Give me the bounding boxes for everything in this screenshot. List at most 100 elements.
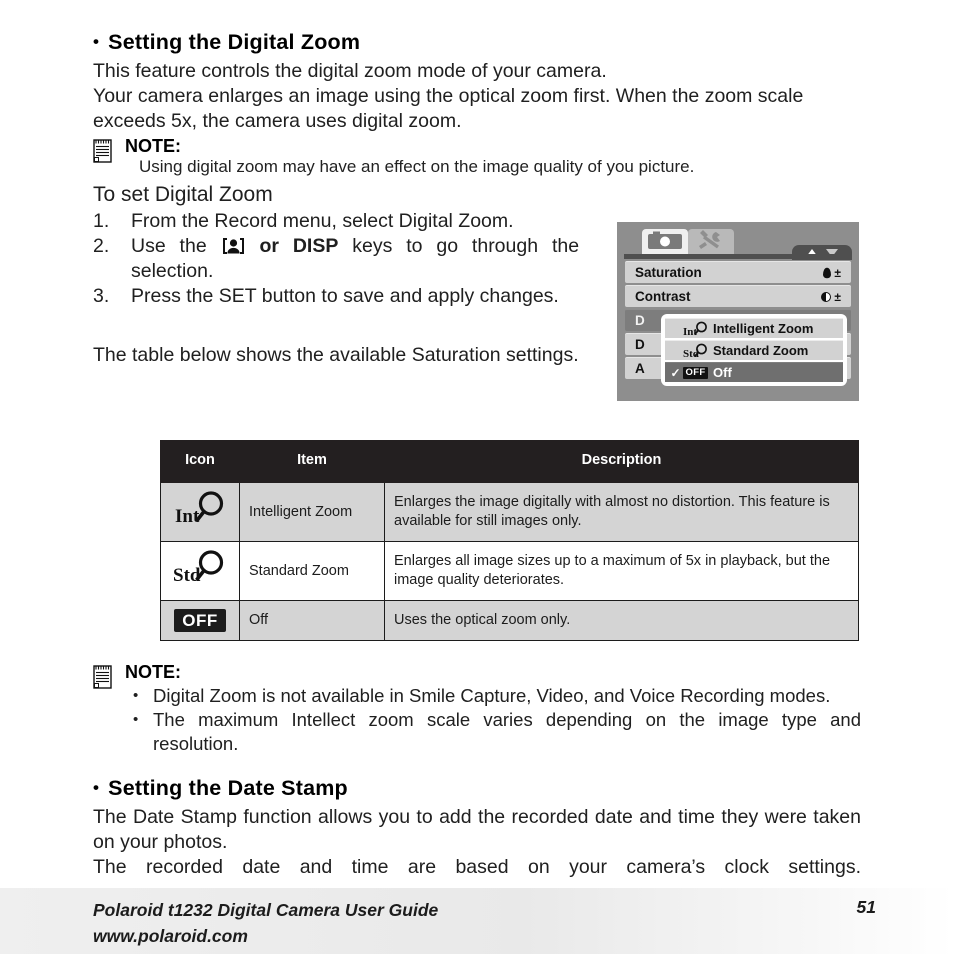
intelligent-zoom-icon: Int <box>171 489 229 529</box>
dropdown-option-off[interactable]: ✓ OFF Off <box>665 362 843 382</box>
table-header-description: Description <box>384 440 859 483</box>
step-number: 2. <box>93 235 110 257</box>
table-header-item: Item <box>239 440 385 483</box>
table-cell-description: Enlarges all image sizes up to a maximum… <box>384 541 859 601</box>
step-item-3: 3. Press the SET button to save and appl… <box>93 284 579 309</box>
footer-title: Polaroid t1232 Digital Camera User Guide <box>93 900 439 920</box>
lcd-row-label: D <box>635 337 645 352</box>
subheading-to-set-digital-zoom: To set Digital Zoom <box>93 183 273 206</box>
off-icon: OFF <box>682 366 709 379</box>
table-cell-item: Standard Zoom <box>239 541 385 601</box>
step-number: 1. <box>93 210 110 232</box>
note-text: Using digital zoom may have an effect on… <box>139 157 695 176</box>
contrast-icon <box>821 291 832 302</box>
plusminus-symbol: ± <box>834 265 841 280</box>
table-header-icon: Icon <box>160 440 240 483</box>
off-icon: OFF <box>174 609 226 632</box>
page-footer: Polaroid t1232 Digital Camera User Guide… <box>0 888 954 954</box>
record-tab <box>642 229 688 255</box>
checkmark-icon: ✓ <box>670 365 681 380</box>
table-cell-item: Off <box>239 600 385 641</box>
digital-zoom-settings-table: Icon Item Description Int Intelligent Zo… <box>160 440 859 641</box>
lcd-row-label: Contrast <box>635 289 691 304</box>
table-row: Std Standard Zoom Enlarges all image siz… <box>160 541 859 601</box>
bullet-icon: • <box>133 711 139 728</box>
section-heading-date-stamp: • Setting the Date Stamp <box>93 776 861 801</box>
date-stamp-paragraph-1: The Date Stamp function allows you to ad… <box>93 806 861 853</box>
step-item-1: 1. From the Record menu, select Digital … <box>93 209 579 234</box>
table-cell-icon: Std <box>160 541 240 601</box>
note-icon <box>93 139 113 163</box>
table-cell-item: Intelligent Zoom <box>239 482 385 542</box>
dropdown-option-label: Standard Zoom <box>713 343 809 358</box>
step-item-2: 2. Use the or DISP keys to go through th… <box>93 234 579 284</box>
note-title: NOTE: <box>125 136 181 156</box>
lcd-row-label: A <box>635 361 645 376</box>
lcd-tab-bar <box>642 229 734 255</box>
lcd-row-label: D <box>635 313 645 328</box>
table-row: Int Intelligent Zoom Enlarges the image … <box>160 482 859 542</box>
table-header-row: Icon Item Description <box>160 440 859 483</box>
heading-bullet-icon: • <box>93 32 100 51</box>
step-number: 3. <box>93 285 110 307</box>
table-cell-description: Enlarges the image digitally with almost… <box>384 482 859 542</box>
disp-key-label: DISP <box>292 235 339 257</box>
setup-tab[interactable] <box>688 229 734 255</box>
standard-zoom-icon: Std <box>682 343 709 359</box>
note-bullet-item: • The maximum Intellect zoom scale varie… <box>125 708 861 756</box>
camera-icon <box>648 231 682 254</box>
heading-bullet-icon: • <box>93 778 100 797</box>
lcd-row-value: ± <box>821 290 841 304</box>
step-text: From the Record menu, select Digital Zoo… <box>131 210 514 232</box>
svg-text:Int: Int <box>175 506 200 527</box>
lcd-row-saturation[interactable]: Saturation ± <box>625 261 851 283</box>
lcd-row-label: Saturation <box>635 265 702 280</box>
svg-text:Std: Std <box>173 565 201 586</box>
date-stamp-paragraph-2: The recorded date and time are based on … <box>93 856 861 878</box>
page-title: Setting the Digital Zoom <box>108 30 361 54</box>
lcd-divider <box>624 254 852 259</box>
section-date-stamp: • Setting the Date Stamp The Date Stamp … <box>93 776 861 880</box>
step-text-mid: or <box>259 235 279 257</box>
face-key-icon <box>222 237 245 255</box>
lcd-row-value: ± <box>823 266 841 280</box>
bullet-icon: • <box>133 687 139 704</box>
dropdown-option-label: Intelligent Zoom <box>713 321 814 336</box>
intro-paragraph-1: This feature controls the digital zoom m… <box>93 60 607 82</box>
plusminus-symbol: ± <box>834 289 841 304</box>
svg-text:Int: Int <box>683 326 697 337</box>
step-text: Press the SET button to save and apply c… <box>131 285 559 307</box>
dropdown-option-standard-zoom[interactable]: Std Standard Zoom <box>665 340 843 360</box>
footer-content: Polaroid t1232 Digital Camera User Guide… <box>93 897 876 949</box>
table-row: OFF Off Uses the optical zoom only. <box>160 600 859 641</box>
steps-list: 1. From the Record menu, select Digital … <box>93 209 579 309</box>
table-cell-description: Uses the optical zoom only. <box>384 600 859 641</box>
step-text-before: Use the <box>131 235 207 257</box>
note-bullet-text: Digital Zoom is not available in Smile C… <box>153 685 831 706</box>
off-badge-label: OFF <box>682 366 709 379</box>
lcd-row-contrast[interactable]: Contrast ± <box>625 285 851 307</box>
section-heading-digital-zoom: • Setting the Digital Zoom <box>93 30 861 55</box>
dropdown-option-label: Off <box>713 365 732 380</box>
wrench-icon <box>696 229 726 255</box>
note-bullet-item: • Digital Zoom is not available in Smile… <box>125 684 861 708</box>
note-bullet-list: • Digital Zoom is not available in Smile… <box>125 684 861 756</box>
note-title: NOTE: <box>125 662 181 682</box>
note-block-2: NOTE: • Digital Zoom is not available in… <box>93 662 861 756</box>
droplet-icon <box>823 267 832 278</box>
table-cell-icon: Int <box>160 482 240 542</box>
section-title: Setting the Date Stamp <box>108 776 348 800</box>
standard-zoom-icon: Std <box>171 548 229 588</box>
note-icon <box>93 665 113 689</box>
note-bullet-text: The maximum Intellect zoom scale varies … <box>153 709 861 754</box>
note-block-1: NOTE: Using digital zoom may have an eff… <box>93 136 861 178</box>
digital-zoom-dropdown: Int Intelligent Zoom Std Standard Zoom ✓… <box>661 314 847 386</box>
intro-paragraph-2: Your camera enlarges an image using the … <box>93 85 804 132</box>
intelligent-zoom-icon: Int <box>682 321 709 337</box>
dropdown-option-intelligent-zoom[interactable]: Int Intelligent Zoom <box>665 318 843 338</box>
table-cell-icon: OFF <box>160 600 240 641</box>
document-page: • Setting the Digital Zoom This feature … <box>0 0 954 954</box>
camera-screen-illustration: Saturation ± Contrast ± D D A Int Intell… <box>617 222 859 401</box>
footer-website[interactable]: www.polaroid.com <box>93 923 876 949</box>
page-number: 51 <box>856 897 876 917</box>
